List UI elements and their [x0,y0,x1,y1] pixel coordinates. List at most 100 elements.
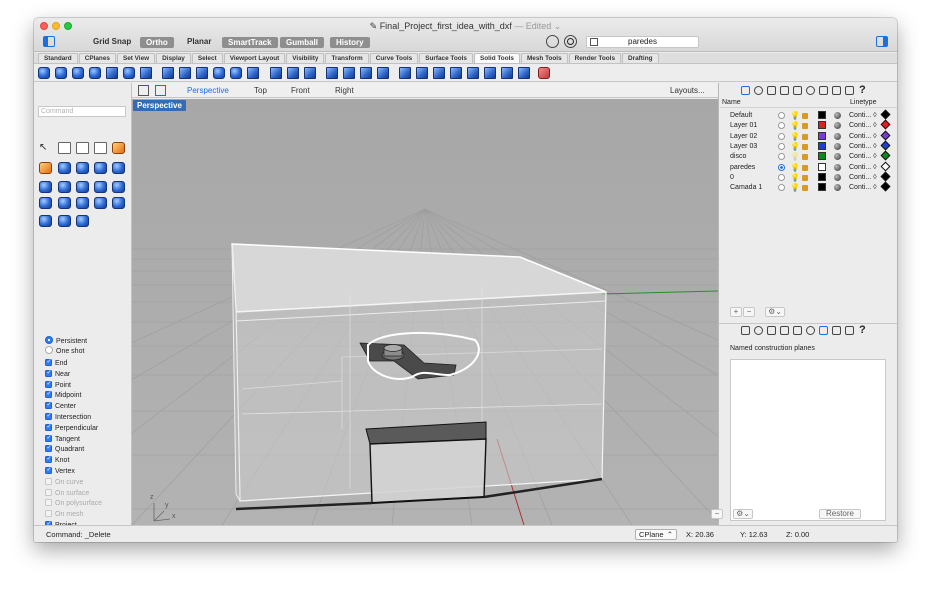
lock-icon[interactable] [802,154,808,161]
lightbulb-icon[interactable]: 💡 [790,163,800,172]
history-toggle[interactable]: History [330,37,370,48]
lock-icon[interactable] [802,113,808,119]
linetype-value[interactable]: Conti... ◊ [849,173,877,182]
boolean-split-icon[interactable] [89,67,101,79]
display-icon-lower[interactable] [832,326,841,335]
properties-icon[interactable] [754,86,763,95]
tab-cplanes[interactable]: CPlanes [78,53,116,63]
loft-solid-icon[interactable] [484,67,496,79]
material-icon[interactable] [834,153,841,161]
help-icon-lower[interactable]: ? [859,324,866,336]
monitor-icon[interactable] [845,86,854,95]
layer-color-swatch[interactable] [818,172,826,181]
move-face-icon[interactable] [247,67,259,79]
cplane-icon[interactable] [819,86,828,95]
layer-row[interactable]: paredes 💡 Conti... ◊ [730,161,896,173]
extrude-surface-icon[interactable] [76,215,89,227]
document-icon[interactable] [767,86,776,95]
tab-front[interactable]: Front [291,86,310,95]
extrude-closed-icon[interactable] [58,215,71,227]
surface-from-edges-icon[interactable] [58,162,71,174]
osnap-midpoint[interactable]: Midpoint [45,391,81,401]
layer-row[interactable]: Layer 02 💡 Conti... ◊ [730,130,896,142]
boolean-intersection-icon[interactable] [72,67,84,79]
print-color-diamond[interactable] [880,140,891,151]
polyline-icon[interactable] [76,142,89,154]
command-input[interactable]: Command [38,106,126,117]
tab-transform[interactable]: Transform [325,53,369,63]
current-layer-radio[interactable] [778,142,785,150]
osnap-knot[interactable]: Knot [45,456,69,466]
current-layer-selector[interactable]: paredes [586,36,699,48]
lock-icon[interactable] [802,185,808,192]
osnap-center[interactable]: Center [45,402,76,412]
gumball-toggle[interactable]: Gumball [280,37,325,48]
print-color-diamond[interactable] [880,171,891,182]
place-hole-icon[interactable] [326,67,338,79]
material-icon[interactable] [834,122,841,130]
linetype-column-header[interactable]: Linetype [850,99,876,106]
transform-icon[interactable] [112,142,125,154]
material-icon[interactable] [834,132,841,140]
tab-curve-tools[interactable]: Curve Tools [369,53,419,63]
ellipsoid-icon[interactable] [39,181,52,193]
tab-set-view[interactable]: Set View [116,53,156,63]
point-icon[interactable] [58,142,71,154]
ortho-toggle[interactable]: Ortho [140,37,174,48]
named-cplanes-list[interactable] [730,359,886,521]
check-solid-icon[interactable] [538,67,550,79]
blend-edge-icon[interactable] [196,67,208,79]
eye-icon-lower[interactable] [806,326,815,335]
lock-icon[interactable] [802,133,808,140]
tab-select[interactable]: Select [191,53,223,63]
toggle-right-sidebar-icon[interactable] [876,36,888,47]
cone-solid-icon[interactable] [112,181,125,193]
solid-edit-icon[interactable] [501,67,513,79]
tab-perspective[interactable]: Perspective [187,86,229,95]
layer-row[interactable]: 0 💡 Conti... ◊ [730,171,896,183]
tab-solid-icon[interactable] [433,67,445,79]
grid-snap-toggle[interactable]: Grid Snap [93,37,131,46]
shell-icon[interactable] [213,67,225,79]
print-color-diamond[interactable] [880,161,891,171]
osnap-on-polysurface[interactable]: On polysurface [45,499,102,509]
lock-icon[interactable] [802,164,808,171]
osnap-vertex[interactable]: Vertex [45,467,75,477]
osnap-perpendicular[interactable]: Perpendicular [45,423,98,434]
osnap-point[interactable]: Point [45,380,71,391]
sphere-mesh-icon[interactable] [112,162,125,174]
print-color-diamond[interactable] [880,130,891,141]
smarttrack-toggle[interactable]: SmartTrack [222,37,278,48]
material-icon[interactable] [834,142,841,150]
print-color-diamond[interactable] [880,181,891,192]
camera-icon[interactable] [793,86,802,95]
layer-row[interactable]: Camada 1 💡 Conti... ◊ [730,181,896,193]
layer-color-swatch[interactable] [818,111,826,119]
cone-icon[interactable] [58,181,71,193]
layer-row[interactable]: Layer 01 💡 Conti... ◊ [730,119,896,131]
extract-surface-icon[interactable] [123,67,135,79]
tab-render-tools[interactable]: Render Tools [568,53,621,63]
material-icon[interactable] [834,112,841,119]
make-hole-icon[interactable] [304,67,316,79]
fillet-surface-icon[interactable] [39,162,52,174]
array-hole-icon[interactable] [360,67,372,79]
wire-cut-icon[interactable] [230,67,242,79]
layer-color-swatch[interactable] [818,121,826,130]
boolean-union-icon[interactable] [38,67,50,79]
lightbulb-icon[interactable]: 💡 [790,152,800,161]
object-icon-lower[interactable] [780,326,789,335]
current-layer-radio[interactable] [778,184,785,192]
layer-row[interactable]: Layer 03 💡 Conti... ◊ [730,140,896,152]
material-icon[interactable] [834,163,841,171]
torus-icon[interactable] [94,197,107,209]
osnap-tangent[interactable]: Tangent [45,434,80,445]
osnap-end[interactable]: End [45,359,67,369]
linetype-value[interactable]: Conti... ◊ [849,152,877,161]
restore-button[interactable]: Restore [819,509,861,519]
split-solid-icon[interactable] [416,67,428,79]
rotate-hole-icon[interactable] [343,67,355,79]
material-icon[interactable] [834,173,841,181]
perspective-viewport[interactable]: Perspective z x y [132,99,718,525]
linetype-value[interactable]: Conti... ◊ [849,183,877,192]
